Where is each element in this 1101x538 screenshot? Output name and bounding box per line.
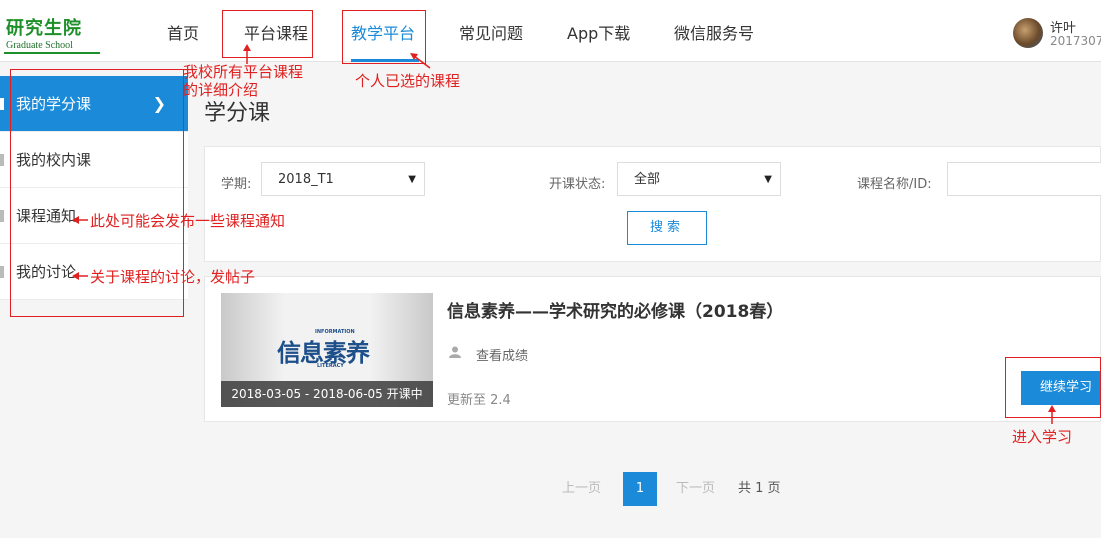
user-id: 2017307	[1050, 34, 1101, 48]
annotation-enter: 进入学习	[1012, 428, 1073, 446]
annotation-platform-courses-2: 的详细介绍	[183, 81, 259, 99]
sidebar-item-marker	[0, 210, 4, 222]
course-title[interactable]: 信息素养——学术研究的必修课（2018春）	[447, 297, 783, 322]
prev-page-button[interactable]: 上一页	[562, 472, 601, 506]
term-select-value: 2018_T1	[278, 172, 334, 187]
annotation-box-continue	[1005, 357, 1101, 418]
nav-app-download[interactable]: App下载	[567, 20, 630, 44]
next-page-button[interactable]: 下一页	[676, 472, 715, 506]
course-card: INFORMATION 信息素养 LITERACY 2018-03-05 - 2…	[204, 276, 1101, 422]
update-status: 更新至 2.4	[447, 393, 511, 408]
total-pages: 共 1 页	[738, 481, 781, 496]
course-name-input[interactable]	[947, 162, 1101, 196]
top-navbar: 研究生院 Graduate School 首页 平台课程 教学平台 常见问题 A…	[0, 0, 1101, 62]
search-button[interactable]: 搜索	[627, 211, 707, 245]
annotation-notices: 此处可能会发布一些课程通知	[90, 212, 286, 230]
annotation-my-courses: 个人已选的课程	[355, 72, 461, 90]
thumbnail-caption-bottom: LITERACY	[317, 363, 344, 369]
sidebar-item-marker	[0, 98, 4, 110]
sidebar-item-marker	[0, 266, 4, 278]
course-date-range: 2018-03-05 - 2018-06-05 开课中	[221, 381, 433, 407]
annotation-discussion: 关于课程的讨论，发帖子	[90, 268, 256, 286]
status-select[interactable]: 全部 ▼	[617, 162, 781, 196]
term-select[interactable]: 2018_T1 ▼	[261, 162, 425, 196]
course-thumbnail[interactable]: INFORMATION 信息素养 LITERACY 2018-03-05 - 2…	[221, 293, 433, 407]
caret-down-icon: ▼	[408, 174, 416, 185]
caret-down-icon: ▼	[764, 174, 772, 185]
logo-english-text: Graduate School	[6, 40, 73, 51]
avatar[interactable]	[1013, 18, 1043, 48]
logo-underline	[4, 52, 100, 54]
person-icon	[449, 346, 461, 358]
sidebar-item-marker	[0, 154, 4, 166]
status-select-value: 全部	[634, 172, 661, 187]
nav-wechat-service[interactable]: 微信服务号	[674, 20, 754, 44]
annotation-box-platform-courses	[222, 10, 313, 58]
school-logo[interactable]: 研究生院 Graduate School	[4, 14, 104, 54]
course-name-label: 课程名称/ID:	[857, 177, 932, 192]
view-grades-link[interactable]: 查看成绩	[476, 345, 528, 364]
term-label: 学期:	[221, 177, 252, 192]
nav-faq[interactable]: 常见问题	[459, 20, 523, 44]
logo-chinese-text: 研究生院	[6, 18, 82, 39]
status-label: 开课状态:	[549, 177, 606, 192]
nav-home[interactable]: 首页	[167, 20, 199, 44]
filter-panel: 学期: 2018_T1 ▼ 开课状态: 全部 ▼ 课程名称/ID: 搜索	[204, 146, 1101, 262]
annotation-box-teaching-platform	[342, 10, 426, 64]
current-page-button[interactable]: 1	[623, 472, 657, 506]
